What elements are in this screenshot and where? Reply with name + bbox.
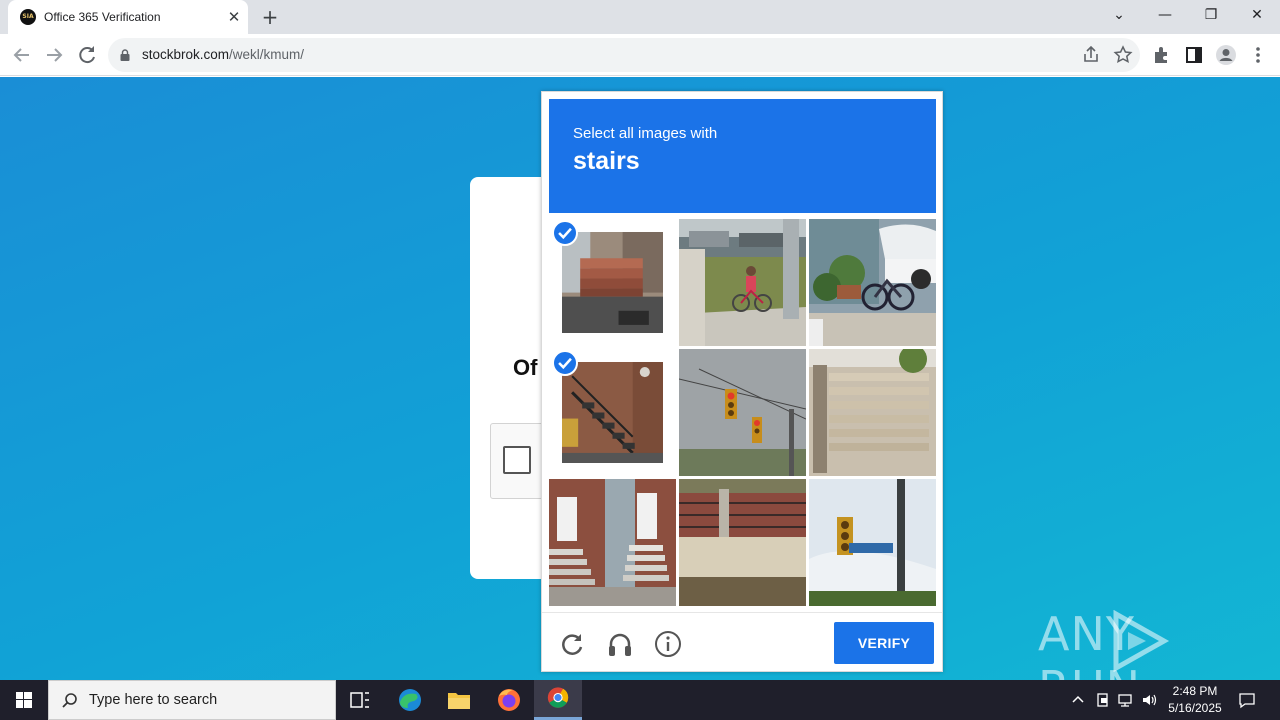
firefox-icon[interactable] bbox=[485, 680, 533, 720]
close-window-button[interactable]: ✕ bbox=[1234, 0, 1280, 30]
headphones-icon[interactable] bbox=[606, 630, 634, 658]
windows-start-icon[interactable] bbox=[0, 680, 48, 720]
tile-image bbox=[549, 479, 676, 606]
captcha-checkbox[interactable] bbox=[503, 446, 531, 474]
image-grid bbox=[549, 219, 936, 606]
tile-image bbox=[679, 479, 806, 606]
tab-title: Office 365 Verification bbox=[44, 10, 161, 24]
tab-strip: SIA Office 365 Verification ✕ + ⌄ — ❐ ✕ bbox=[0, 0, 1280, 34]
image-tile-3[interactable] bbox=[809, 219, 936, 346]
minimize-button[interactable]: — bbox=[1142, 0, 1188, 30]
network-icon[interactable] bbox=[1116, 690, 1136, 710]
tile-image bbox=[679, 219, 806, 346]
address-bar[interactable]: stockbrok.com/wekl/kmum/ bbox=[108, 38, 1140, 72]
tab-close-icon[interactable]: ✕ bbox=[224, 7, 244, 27]
refresh-icon[interactable] bbox=[558, 630, 586, 658]
tile-image bbox=[562, 362, 663, 463]
image-tile-7[interactable] bbox=[549, 479, 676, 606]
browser-toolbar: stockbrok.com/wekl/kmum/ bbox=[0, 34, 1280, 76]
challenge-prompt: Select all images with stairs bbox=[549, 99, 936, 213]
login-heading: Of bbox=[513, 355, 538, 380]
lock-icon bbox=[120, 49, 130, 61]
windows-taskbar: Type here to search 2:48 PM 5/16/2025 bbox=[0, 680, 1280, 720]
taskbar-search-box[interactable]: Type here to search bbox=[48, 680, 336, 720]
edge-icon[interactable] bbox=[386, 680, 434, 720]
selected-check-icon bbox=[552, 350, 578, 376]
image-tile-4[interactable] bbox=[549, 349, 676, 476]
url-host: stockbrok.com bbox=[142, 47, 230, 62]
image-tile-9[interactable] bbox=[809, 479, 936, 606]
extensions-icon[interactable] bbox=[1151, 44, 1173, 66]
taskbar-clock[interactable]: 2:48 PM 5/16/2025 bbox=[1160, 683, 1230, 717]
chrome-icon[interactable] bbox=[534, 680, 582, 720]
clock-date: 5/16/2025 bbox=[1168, 701, 1222, 715]
tile-image bbox=[809, 479, 936, 606]
info-icon[interactable] bbox=[654, 630, 682, 658]
verify-button[interactable]: VERIFY bbox=[834, 622, 934, 664]
clock-time: 2:48 PM bbox=[1172, 684, 1218, 698]
footer-divider bbox=[542, 612, 942, 613]
url-text: stockbrok.com/wekl/kmum/ bbox=[142, 47, 304, 62]
url-path: /wekl/kmum/ bbox=[229, 47, 305, 62]
notifications-icon[interactable] bbox=[1237, 690, 1257, 710]
prompt-instruction: Select all images with bbox=[573, 125, 718, 142]
forward-icon[interactable] bbox=[42, 43, 66, 67]
tile-image bbox=[809, 219, 936, 346]
tile-image bbox=[679, 349, 806, 476]
search-icon bbox=[62, 693, 77, 708]
page-content: Of ANY RUN Select all images with stairs bbox=[0, 77, 1280, 680]
browser-tab[interactable]: SIA Office 365 Verification ✕ bbox=[8, 0, 248, 34]
image-tile-8[interactable] bbox=[679, 479, 806, 606]
restore-button[interactable]: ❐ bbox=[1188, 0, 1234, 30]
task-view-icon[interactable] bbox=[336, 680, 384, 720]
tile-image bbox=[562, 232, 663, 333]
reload-icon[interactable] bbox=[75, 43, 99, 67]
image-tile-2[interactable] bbox=[679, 219, 806, 346]
site-favicon: SIA bbox=[20, 9, 36, 25]
menu-icon[interactable] bbox=[1247, 44, 1269, 66]
captcha-challenge-dialog: Select all images with stairs VERIFY bbox=[541, 91, 943, 672]
profile-icon[interactable] bbox=[1215, 44, 1237, 66]
tile-image bbox=[809, 349, 936, 476]
share-icon[interactable] bbox=[1080, 44, 1102, 66]
image-tile-1[interactable] bbox=[549, 219, 676, 346]
prompt-target: stairs bbox=[573, 147, 640, 175]
tray-overflow-icon[interactable] bbox=[1068, 690, 1088, 710]
image-tile-5[interactable] bbox=[679, 349, 806, 476]
new-tab-button[interactable]: + bbox=[258, 5, 282, 29]
back-icon[interactable] bbox=[10, 43, 34, 67]
search-placeholder: Type here to search bbox=[89, 692, 218, 708]
selected-check-icon bbox=[552, 220, 578, 246]
volume-icon[interactable] bbox=[1140, 690, 1160, 710]
tab-search-icon[interactable]: ⌄ bbox=[1096, 0, 1142, 30]
star-icon[interactable] bbox=[1112, 44, 1134, 66]
anyrun-logo-icon bbox=[1113, 610, 1170, 672]
image-tile-6[interactable] bbox=[809, 349, 936, 476]
file-explorer-icon[interactable] bbox=[435, 680, 483, 720]
tray-device-icon[interactable] bbox=[1093, 690, 1113, 710]
side-panel-icon[interactable] bbox=[1183, 44, 1205, 66]
